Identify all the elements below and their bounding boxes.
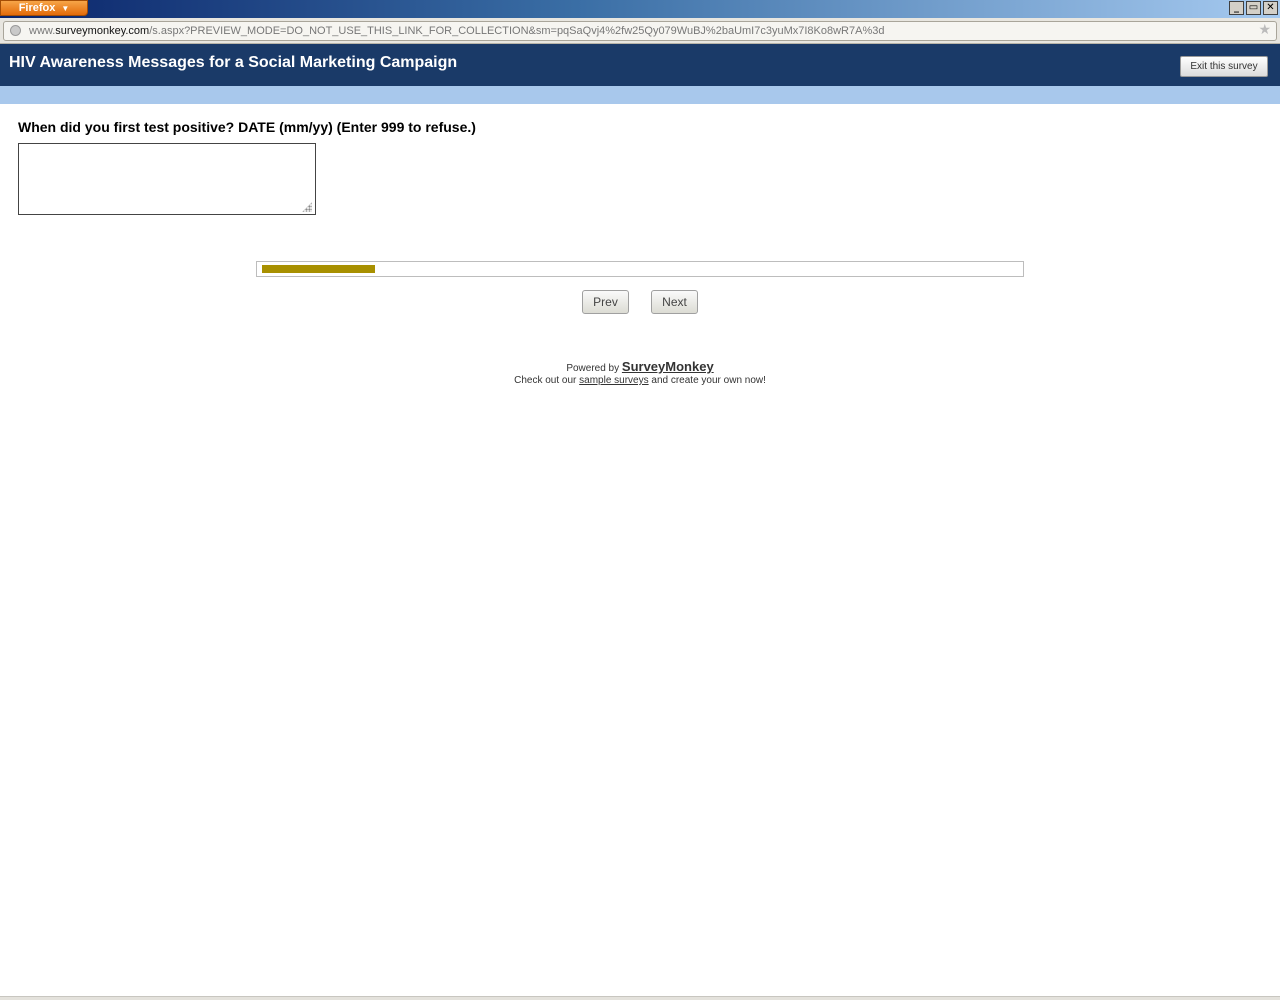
sample-surveys-link[interactable]: sample surveys (579, 375, 648, 386)
browser-nav-bar: www.surveymonkey.com/s.aspx?PREVIEW_MODE… (0, 18, 1280, 44)
window-controls: _ ▭ ✕ (1229, 1, 1278, 15)
survey-title: HIV Awareness Messages for a Social Mark… (9, 54, 458, 71)
url-text[interactable]: www.surveymonkey.com/s.aspx?PREVIEW_MODE… (29, 25, 884, 37)
checkout-prefix: Check out our (514, 375, 577, 386)
surveymonkey-link[interactable]: SurveyMonkey (622, 359, 714, 374)
dropdown-arrow-icon: ▼ (61, 3, 70, 13)
browser-title-bar: Firefox ▼ _ ▭ ✕ (0, 0, 1280, 18)
bookmark-star-icon[interactable]: ★ (1258, 22, 1271, 38)
close-window-button[interactable]: ✕ (1263, 1, 1278, 15)
address-bar[interactable]: www.surveymonkey.com/s.aspx?PREVIEW_MODE… (3, 21, 1277, 41)
restore-button[interactable]: ▭ (1246, 1, 1261, 15)
url-domain: surveymonkey.com (55, 25, 150, 37)
powered-by: Powered by SurveyMonkey (0, 359, 1280, 374)
question-text: When did you first test positive? DATE (… (18, 119, 476, 135)
answer-textarea[interactable] (18, 143, 316, 215)
checkout-suffix: and create your own now! (651, 375, 766, 386)
prev-button[interactable]: Prev (582, 290, 629, 314)
progress-bar (256, 261, 1024, 277)
site-identity-icon[interactable] (10, 25, 21, 36)
header-stripe (0, 86, 1280, 104)
next-button[interactable]: Next (651, 290, 698, 314)
url-path: /s.aspx?PREVIEW_MODE=DO_NOT_USE_THIS_LIN… (149, 25, 885, 37)
url-prefix: www. (29, 25, 56, 37)
firefox-menu-button[interactable]: Firefox ▼ (0, 0, 88, 16)
survey-header: HIV Awareness Messages for a Social Mark… (0, 44, 1280, 86)
progress-fill (262, 265, 375, 273)
status-bar (0, 996, 1280, 1000)
minimize-button[interactable]: _ (1229, 1, 1244, 15)
firefox-menu-label: Firefox (18, 2, 56, 14)
exit-survey-button[interactable]: Exit this survey (1180, 56, 1268, 77)
checkout-line: Check out our sample surveys and create … (0, 375, 1280, 386)
powered-by-label: Powered by (566, 363, 620, 374)
